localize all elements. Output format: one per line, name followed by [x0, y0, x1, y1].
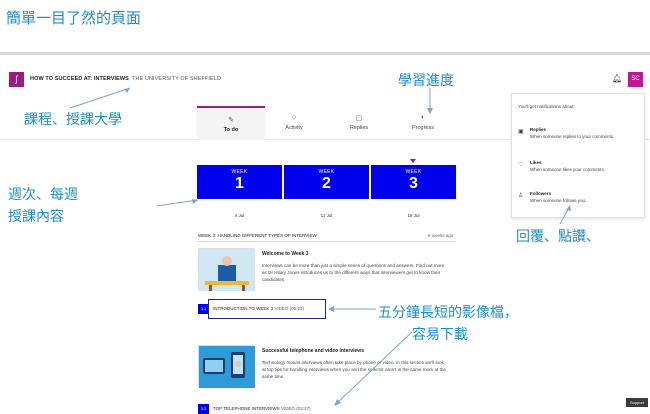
course-title[interactable]: HOW TO SUCCEED AT: INTERVIEWS THE UNIVERS… — [30, 76, 221, 82]
week-arrow — [156, 199, 198, 207]
site-logo[interactable]: ∫ — [9, 72, 24, 87]
week-1-button[interactable]: WEEK 1 — [197, 165, 282, 199]
activity-icon: ○ — [291, 114, 297, 121]
reply-caption: 回覆、點讚、 — [516, 229, 600, 245]
tab-label: Activity — [285, 125, 303, 131]
week-number: 2 — [322, 175, 331, 192]
tab-activity[interactable]: ○ Activity — [260, 106, 328, 140]
video-arrow — [328, 306, 376, 312]
notification-desc: When someone likes your comments. — [530, 167, 606, 172]
step-title: INTRODUCTION TO WEEK 3 — [213, 306, 274, 311]
course-arrow — [69, 87, 131, 109]
step-number: 3.3 — [198, 404, 209, 414]
edit-icon: ✎ — [228, 117, 234, 124]
week-number: 1 — [235, 175, 244, 192]
tab-label: Replies — [349, 125, 369, 131]
notifications-header: You'll get notifications about: — [518, 104, 575, 109]
notification-title: Likes — [530, 160, 542, 165]
tab-to-do[interactable]: ✎ To do — [197, 106, 265, 140]
person-icon: ♙ — [518, 193, 524, 199]
tab-replies[interactable]: ▢ Replies — [325, 106, 393, 140]
welcome-image[interactable] — [198, 248, 255, 291]
step-title: TOP TELEPHONE INTERVIEWS — [213, 406, 280, 411]
week-date: 11 Jul — [320, 213, 333, 218]
week-2-button[interactable]: WEEK 2 — [284, 165, 369, 199]
video-caption-line-2: 容易下載 — [412, 327, 468, 343]
tab-label: Progress — [411, 125, 434, 131]
notifications-popup: You'll get notifications about: ▣ Replie… — [511, 93, 645, 218]
notification-desc: When someone follows you. — [530, 198, 587, 203]
section-title: WEEK 3: HANDLING DIFFERENT TYPES OF INTE… — [198, 233, 317, 238]
step-meta: VIDEO (03:17) — [280, 406, 311, 411]
course-caption: 課程、授課大學 — [24, 112, 122, 128]
notification-title: Replies — [530, 127, 547, 132]
current-week-marker — [410, 159, 416, 163]
video-caption-line-1: 五分鐘長短的影像檔， — [378, 305, 518, 321]
telephone-video-image[interactable] — [198, 345, 255, 388]
week-caption-line-2: 授課內容 — [8, 209, 64, 225]
progress-arrow — [427, 88, 433, 114]
avatar[interactable]: SC — [628, 72, 643, 87]
university-name: THE UNIVERSITY OF SHEFFIELD — [131, 76, 222, 82]
reply-arrow — [559, 205, 571, 225]
step-meta: VIDEO (05:23) — [274, 306, 304, 311]
week-3-button[interactable]: WEEK 3 — [371, 165, 456, 199]
week-caption-line-1: 週次、每週 — [8, 187, 78, 203]
video-arrow-2 — [334, 331, 413, 406]
card-title[interactable]: Welcome to Week 3 — [262, 251, 309, 257]
bell-icon[interactable]: 🔔︎ — [612, 74, 622, 83]
support-button[interactable]: Support — [626, 398, 648, 407]
step-item-intro[interactable]: INTRODUCTION TO WEEK 3 VIDEO (05:23) — [213, 306, 304, 311]
divider — [198, 241, 456, 242]
tab-label: To do — [223, 127, 239, 133]
course-name: HOW TO SUCCEED AT: INTERVIEWS — [30, 76, 129, 82]
step-item-telephone[interactable]: TOP TELEPHONE INTERVIEWS VIDEO (03:17) — [213, 406, 310, 411]
replies-icon: ▢ — [355, 115, 363, 122]
week-date: 18 Jul — [407, 213, 420, 218]
top-caption: 簡單一目了然的頁面 — [6, 9, 142, 27]
card-description: Interviews can be more than just a simpl… — [262, 263, 445, 283]
section-time-ago: 6 weeks ago — [428, 233, 454, 238]
reply-icon: ▣ — [518, 129, 524, 135]
heart-icon: ♡ — [518, 162, 524, 168]
week-number: 3 — [409, 175, 418, 192]
notification-desc: When someone replies to your comments. — [530, 134, 615, 139]
notification-title: Followers — [530, 191, 552, 196]
week-date: 4 Jul — [234, 213, 245, 218]
